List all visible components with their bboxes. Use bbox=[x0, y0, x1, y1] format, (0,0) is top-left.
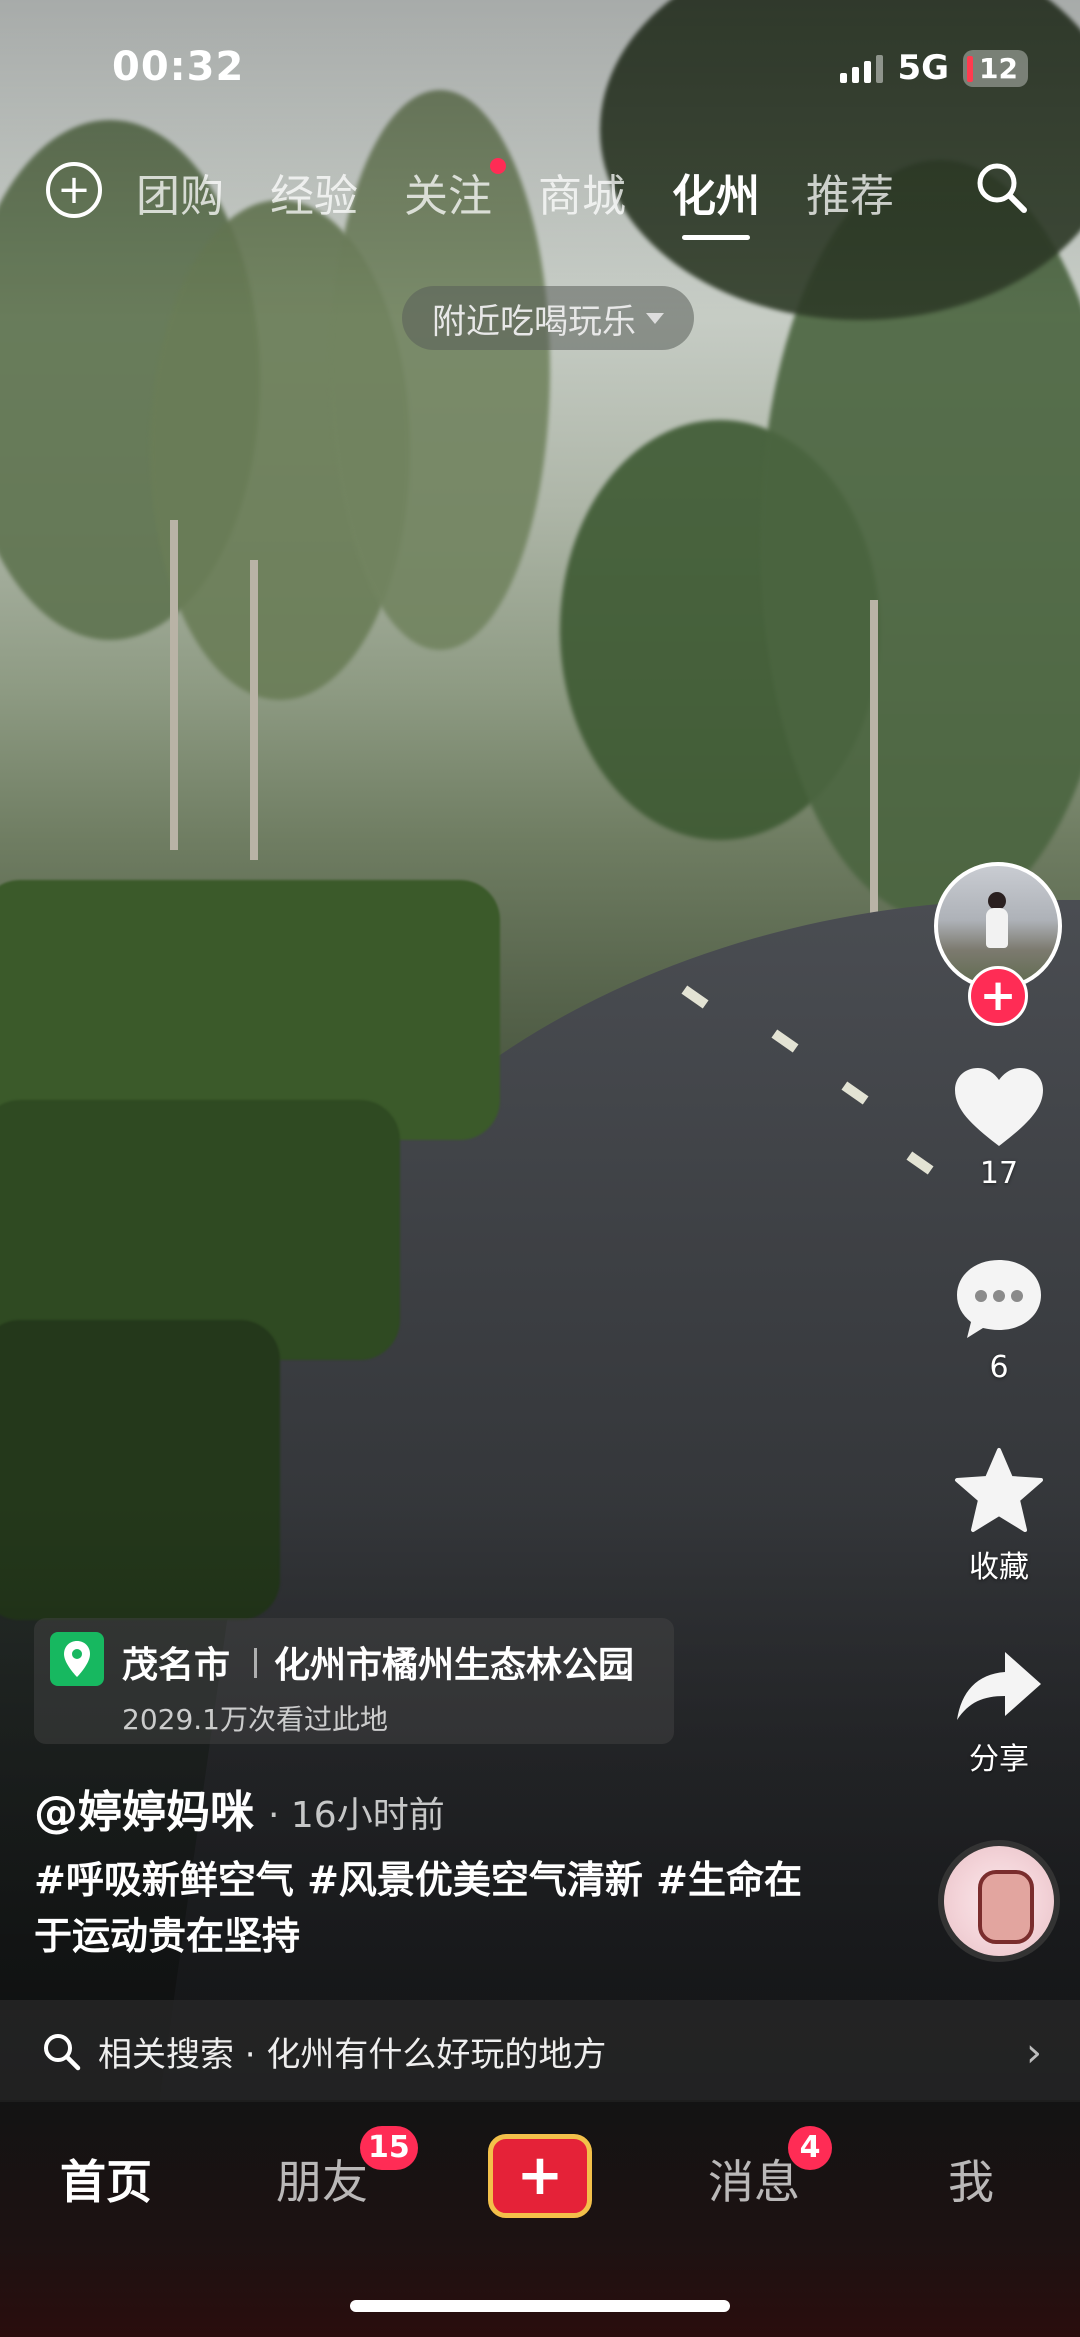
like-count: 17 bbox=[979, 1156, 1019, 1191]
post-time: · 16小时前 bbox=[268, 1795, 445, 1836]
tab-following-label: 关注 bbox=[404, 171, 492, 222]
post-description[interactable]: #呼吸新鲜空气 #风景优美空气清新 #生命在于运动贵在坚持 bbox=[34, 1852, 834, 1964]
heart-icon bbox=[955, 1068, 1043, 1146]
comment-icon bbox=[957, 1260, 1041, 1338]
search-icon[interactable] bbox=[972, 158, 1032, 218]
author-name[interactable]: @婷婷妈咪 bbox=[34, 1776, 254, 1840]
top-tabs: 团购 经验 关注 商城 化州 推荐 bbox=[136, 158, 894, 240]
avatar-figure bbox=[986, 908, 1008, 948]
location-city: 茂名市 bbox=[122, 1645, 231, 1686]
tab-group-buy[interactable]: 团购 bbox=[136, 160, 224, 224]
battery-indicator: 12 bbox=[963, 49, 1028, 87]
signal-icon bbox=[840, 53, 884, 83]
network-type: 5G bbox=[897, 48, 950, 88]
location-card[interactable]: 茂名市 化州市橘州生态林公园 2029.1万次看过此地 bbox=[34, 1618, 674, 1744]
nearby-filter-label: 附近吃喝玩乐 bbox=[432, 301, 636, 342]
comment-button[interactable]: 6 bbox=[934, 1256, 1064, 1385]
comment-count: 6 bbox=[989, 1350, 1009, 1385]
home-indicator[interactable] bbox=[350, 2300, 730, 2312]
nav-home[interactable]: 首页 bbox=[60, 2146, 152, 2212]
friends-badge: 15 bbox=[360, 2126, 418, 2170]
search-icon bbox=[44, 2034, 81, 2071]
caret-down-icon bbox=[646, 312, 664, 324]
author-line: @婷婷妈咪 · 16小时前 bbox=[34, 1776, 445, 1840]
nearby-filter-chip[interactable]: 附近吃喝玩乐 bbox=[402, 286, 694, 350]
tree-trunk bbox=[170, 520, 178, 850]
messages-badge: 4 bbox=[788, 2126, 832, 2170]
music-disc-icon[interactable] bbox=[938, 1840, 1060, 1962]
status-indicators: 5G 12 bbox=[840, 48, 1028, 88]
favorite-label: 收藏 bbox=[969, 1550, 1029, 1585]
star-icon bbox=[955, 1448, 1043, 1532]
like-button[interactable]: 17 bbox=[934, 1066, 1064, 1191]
tab-mall[interactable]: 商城 bbox=[538, 160, 626, 224]
nav-friends[interactable]: 朋友 bbox=[276, 2146, 368, 2212]
notification-dot bbox=[490, 158, 506, 174]
location-views: 2029.1万次看过此地 bbox=[122, 1703, 388, 1736]
tab-local[interactable]: 化州 bbox=[672, 160, 760, 240]
location-pin-icon bbox=[50, 1632, 104, 1686]
tab-following[interactable]: 关注 bbox=[404, 158, 506, 224]
location-place: 化州市橘州生态林公园 bbox=[274, 1645, 635, 1686]
tab-experience[interactable]: 经验 bbox=[270, 160, 358, 224]
music-cover-art bbox=[978, 1870, 1034, 1944]
status-time: 00:32 bbox=[112, 44, 245, 90]
tree-trunk bbox=[250, 560, 258, 860]
nav-messages[interactable]: 消息 bbox=[708, 2146, 800, 2212]
share-arrow-icon bbox=[957, 1652, 1041, 1720]
tab-recommend[interactable]: 推荐 bbox=[806, 160, 894, 224]
related-search-bar[interactable]: 相关搜索 · 化州有什么好玩的地方 › bbox=[0, 2000, 1080, 2102]
follow-plus-button[interactable]: + bbox=[968, 966, 1028, 1026]
add-circle-icon[interactable]: + bbox=[46, 162, 102, 218]
favorite-button[interactable]: 收藏 bbox=[934, 1446, 1064, 1586]
nav-me[interactable]: 我 bbox=[948, 2146, 994, 2212]
create-post-button[interactable]: + bbox=[488, 2134, 592, 2218]
related-search-text: 相关搜索 · 化州有什么好玩的地方 bbox=[98, 2034, 607, 2075]
share-label: 分享 bbox=[969, 1742, 1029, 1777]
location-divider bbox=[254, 1648, 257, 1678]
tree-trunk bbox=[870, 600, 878, 960]
share-button[interactable]: 分享 bbox=[934, 1648, 1064, 1778]
chevron-right-icon: › bbox=[1026, 2030, 1042, 2076]
